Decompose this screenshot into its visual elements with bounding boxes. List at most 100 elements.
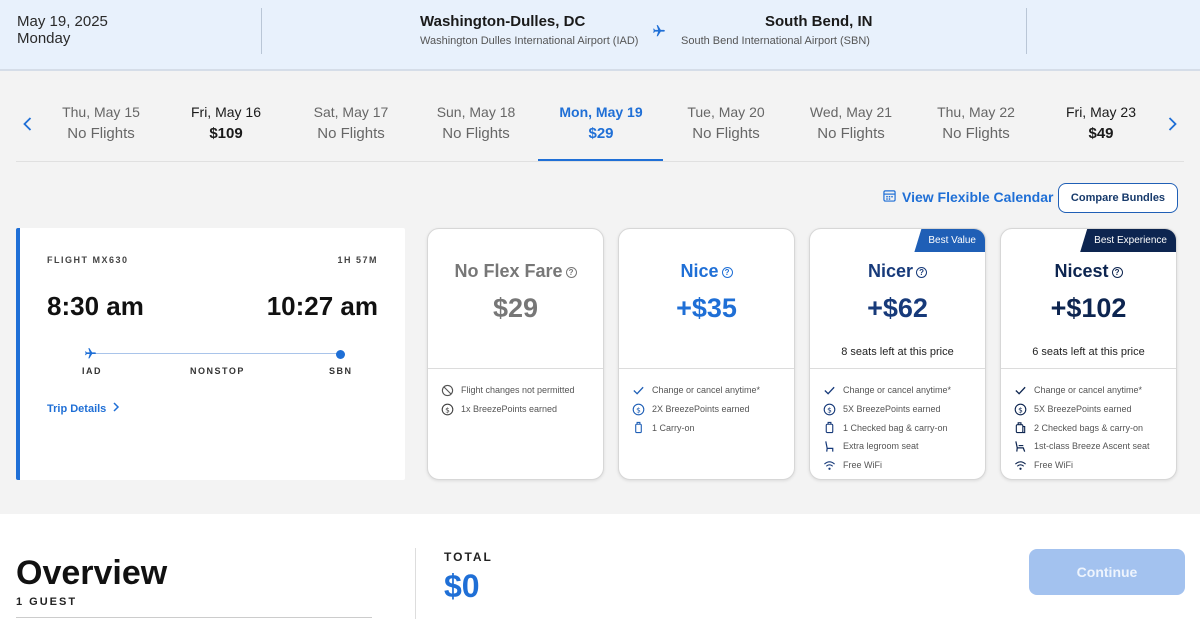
feature-item: Change or cancel anytime* xyxy=(632,381,760,400)
destination-airport: South Bend International Airport (SBN) xyxy=(681,35,870,47)
points-icon: $ xyxy=(632,403,645,416)
feature-item: Free WiFi xyxy=(823,456,951,475)
feature-item: $5X BreezePoints earned xyxy=(823,400,951,419)
check-icon xyxy=(823,384,836,397)
date-option[interactable]: Fri, May 16 $109 xyxy=(164,104,288,142)
trip-date: May 19, 2025 Monday xyxy=(17,13,108,47)
feature-item: Change or cancel anytime* xyxy=(823,381,951,400)
fare-price: +$62 xyxy=(867,293,928,323)
date-option-selected[interactable]: Mon, May 19 $29 xyxy=(539,104,663,142)
date-option[interactable]: Thu, May 22 No Flights xyxy=(914,104,1038,142)
fare-price: $29 xyxy=(492,293,539,323)
trip-header: May 19, 2025 Monday Washington-Dulles, D… xyxy=(0,0,1200,71)
compare-bundles-button[interactable]: Compare Bundles xyxy=(1058,183,1178,213)
overview-title: Overview xyxy=(16,554,168,592)
best-value-badge: Best Value xyxy=(914,229,985,252)
carry-on-icon xyxy=(632,421,645,434)
divider xyxy=(261,8,262,54)
feature-item: 1st-class Breeze Ascent seat xyxy=(1014,437,1150,456)
fare-price: +$35 xyxy=(676,293,737,323)
svg-text:$: $ xyxy=(1018,405,1023,414)
total-amount: $0 xyxy=(444,568,480,604)
fare-features: Change or cancel anytime* $2X BreezePoin… xyxy=(632,381,760,437)
fare-card-nice[interactable]: Nice? +$35 Change or cancel anytime* $2X… xyxy=(618,228,795,480)
help-icon[interactable]: ? xyxy=(565,266,577,278)
date-selector: Thu, May 15 No Flights Fri, May 16 $109 Sa… xyxy=(0,72,1200,162)
fare-features: Change or cancel anytime* $5X BreezePoin… xyxy=(1014,381,1150,474)
help-icon[interactable]: ? xyxy=(721,266,733,278)
svg-text:$: $ xyxy=(445,405,450,414)
destination-city: South Bend, IN xyxy=(765,13,873,30)
fare-features: Change or cancel anytime* $5X BreezePoin… xyxy=(823,381,951,474)
seats-left: 6 seats left at this price xyxy=(1032,346,1145,358)
continue-button[interactable]: Continue xyxy=(1029,549,1185,595)
seats-left: 8 seats left at this price xyxy=(841,346,954,358)
help-icon[interactable]: ? xyxy=(1111,266,1123,278)
fare-card-nicest[interactable]: Best Experience Nicest? +$102 6 seats le… xyxy=(1000,228,1177,480)
chevron-right-icon[interactable] xyxy=(1164,116,1180,132)
origin-code: IAD xyxy=(82,366,102,376)
divider xyxy=(1026,8,1027,54)
points-icon: $ xyxy=(441,403,454,416)
recliner-icon xyxy=(1014,440,1027,453)
feature-item: Extra legroom seat xyxy=(823,437,951,456)
feature-item: $2X BreezePoints earned xyxy=(632,400,760,419)
flight-card: FLIGHT MX630 1H 57M 8:30 am 10:27 am IAD… xyxy=(16,228,405,480)
bags-icon xyxy=(1014,421,1027,434)
total-label: TOTAL xyxy=(444,550,493,564)
stops-label: NONSTOP xyxy=(190,366,245,376)
feature-item: Flight changes not permitted xyxy=(441,381,575,400)
arrival-time: 10:27 am xyxy=(266,291,378,321)
date-label: May 19, 2025 xyxy=(17,13,108,30)
destination-code: SBN xyxy=(329,366,353,376)
divider xyxy=(1001,368,1176,369)
view-flexible-calendar-link[interactable]: View Flexible Calendar xyxy=(883,189,1053,205)
flexible-calendar-label: View Flexible Calendar xyxy=(902,189,1054,205)
fare-features: Flight changes not permitted $1x BreezeP… xyxy=(441,381,575,418)
feature-item: 2 Checked bags & carry-on xyxy=(1014,418,1150,437)
wifi-icon xyxy=(1014,459,1027,472)
bag-icon xyxy=(823,421,836,434)
fare-card-no-flex[interactable]: No Flex Fare? $29 Flight changes not per… xyxy=(427,228,604,480)
divider xyxy=(16,161,1184,162)
fare-price: +$102 xyxy=(1050,293,1127,323)
fare-name: Nicer? xyxy=(810,261,985,282)
origin-city: Washington-Dulles, DC xyxy=(420,13,586,30)
points-icon: $ xyxy=(823,403,836,416)
plane-icon xyxy=(84,347,97,365)
date-option[interactable]: Thu, May 15 No Flights xyxy=(39,104,163,142)
help-icon[interactable]: ? xyxy=(916,266,928,278)
feature-item: 1 Checked bag & carry-on xyxy=(823,418,951,437)
date-option[interactable]: Tue, May 20 No Flights xyxy=(664,104,788,142)
origin-airport: Washington Dulles International Airport … xyxy=(420,35,639,47)
fare-card-nicer[interactable]: Best Value Nicer? +$62 8 seats left at t… xyxy=(809,228,986,480)
feature-item: Change or cancel anytime* xyxy=(1014,381,1150,400)
destination-dot xyxy=(336,350,345,359)
divider xyxy=(415,548,416,619)
plane-icon xyxy=(652,24,666,43)
feature-item: $1x BreezePoints earned xyxy=(441,400,575,419)
flight-duration: 1H 57M xyxy=(337,255,378,265)
date-option[interactable]: Fri, May 23 $49 xyxy=(1039,104,1163,142)
feature-item: 1 Carry-on xyxy=(632,418,760,437)
date-option[interactable]: Sun, May 18 No Flights xyxy=(414,104,538,142)
trip-details-link[interactable]: Trip Details xyxy=(47,402,120,415)
feature-item: Free WiFi xyxy=(1014,456,1150,475)
fare-name: No Flex Fare? xyxy=(428,261,603,282)
departure-time: 8:30 am xyxy=(47,291,144,321)
wifi-icon xyxy=(823,459,836,472)
guest-count: 1 GUEST xyxy=(16,596,78,608)
calendar-icon xyxy=(883,189,896,205)
fare-name: Nicest? xyxy=(1001,261,1176,282)
date-option[interactable]: Sat, May 17 No Flights xyxy=(289,104,413,142)
no-icon xyxy=(441,384,454,397)
chevron-left-icon[interactable] xyxy=(20,116,36,132)
date-option[interactable]: Wed, May 21 No Flights xyxy=(789,104,913,142)
chevron-right-icon xyxy=(112,402,120,415)
divider xyxy=(619,368,794,369)
overview-panel: Overview 1 GUEST TOTAL $0 Continue xyxy=(0,514,1200,619)
svg-text:$: $ xyxy=(827,405,832,414)
fare-name: Nice? xyxy=(619,261,794,282)
divider xyxy=(810,368,985,369)
feature-item: $5X BreezePoints earned xyxy=(1014,400,1150,419)
